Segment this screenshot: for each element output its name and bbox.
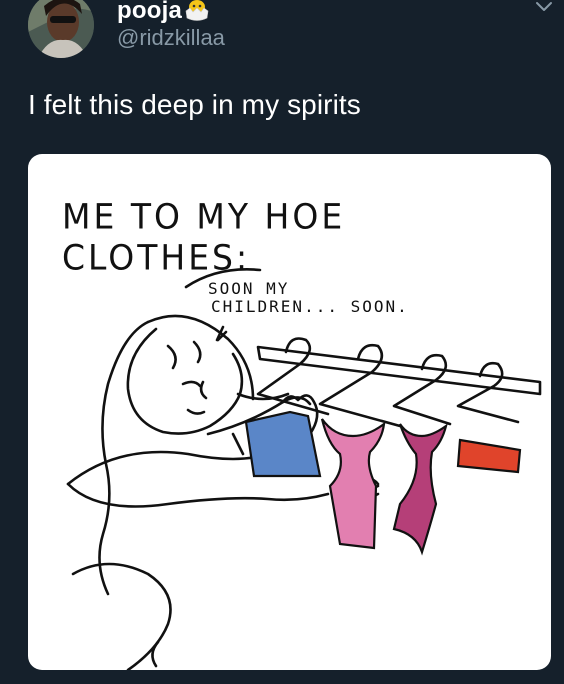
comic-title: ME TO MY HOE CLOTHES:: [62, 196, 346, 278]
avatar[interactable]: [28, 0, 94, 58]
tweet-media-image[interactable]: ME TO MY HOE CLOTHES: SOON MY CHILDREN..…: [28, 154, 551, 670]
tweet-header: pooja @ridzkillaa: [0, 0, 564, 70]
speech-text-line-1: SOON MY: [208, 279, 290, 298]
speech-text-line-2: CHILDREN... SOON.: [211, 297, 409, 316]
tweet-text: I felt this deep in my spirits: [28, 89, 361, 120]
hatching-chick-emoji-icon: [183, 0, 211, 22]
chevron-down-icon[interactable]: [534, 0, 554, 14]
user-handle[interactable]: @ridzkillaa: [117, 25, 225, 51]
display-name[interactable]: pooja: [117, 0, 182, 25]
